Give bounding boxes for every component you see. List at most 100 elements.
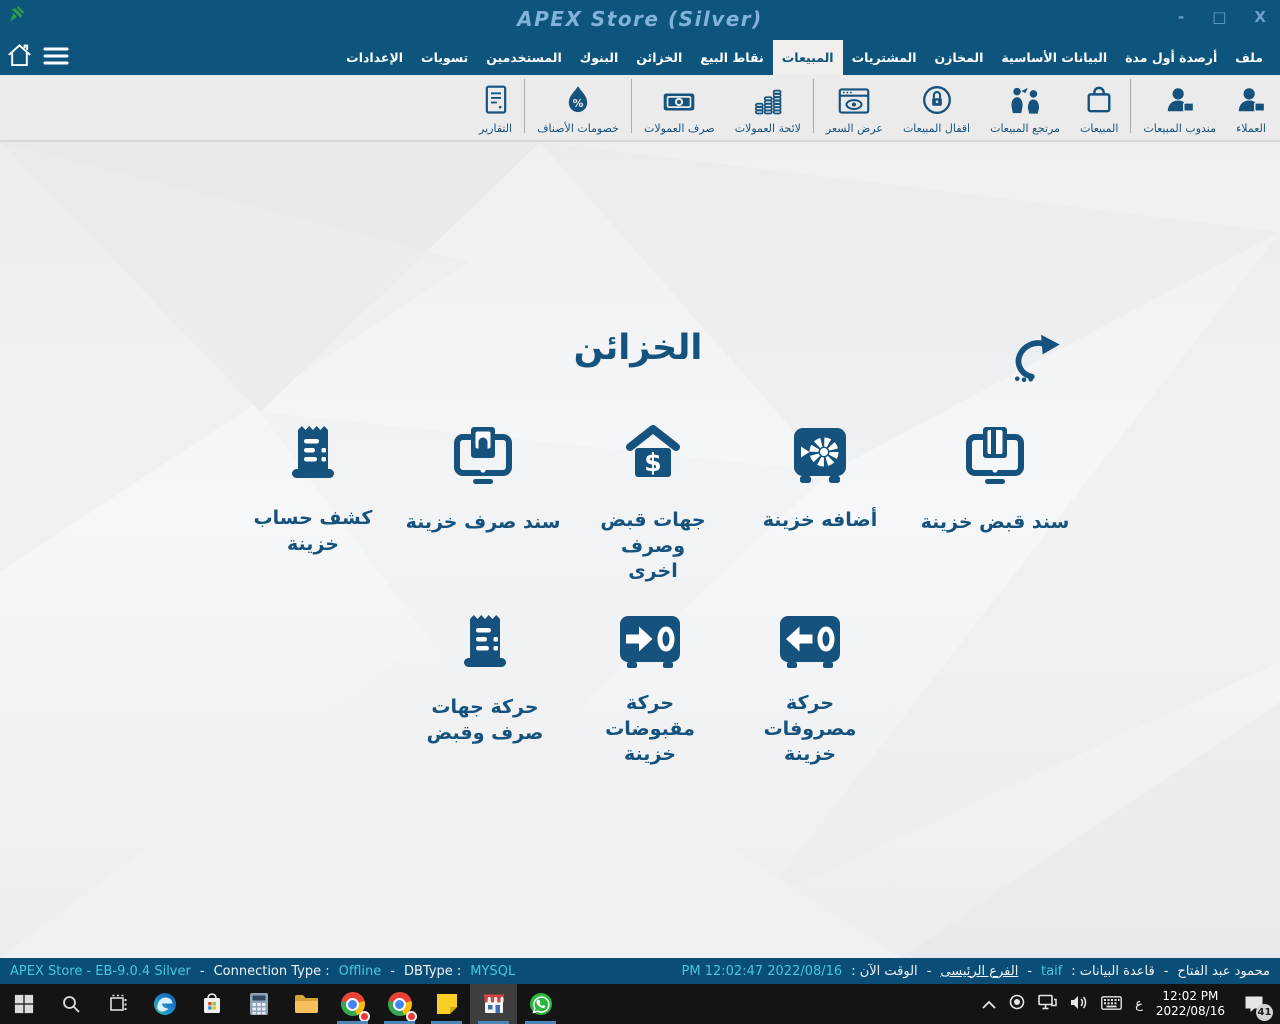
menu-item-purchases[interactable]: المشتريات <box>843 40 926 75</box>
status-bar: APEX Store - EB-9.0.4 Silver - Connectio… <box>0 958 1280 984</box>
ms-store-button[interactable] <box>188 984 235 1024</box>
window-title: APEX Store (Silver) <box>0 7 1280 31</box>
calculator-button[interactable] <box>235 984 282 1024</box>
taskbar-search-button[interactable] <box>47 984 94 1024</box>
connection-type-label: Connection Type : <box>214 964 330 979</box>
whatsapp-icon <box>529 992 553 1016</box>
tile-add-treasury[interactable]: أضافه خزينة <box>735 423 905 534</box>
tile-treasury-receipt-voucher[interactable]: سند قبض خزينة <box>910 423 1080 536</box>
menu-item-opening-balances[interactable]: أرصدة أول مدة <box>1116 40 1226 75</box>
tile-treasury-payment-voucher[interactable]: سند صرف خزينة <box>398 423 568 536</box>
title-bar: APEX Store (Silver) - □ X <box>0 0 1280 40</box>
reports-button[interactable]: التقارير <box>469 77 522 135</box>
dbtype-value: MYSQL <box>470 964 515 979</box>
separator: - <box>200 964 205 979</box>
windows-taskbar: ع 12:02 PM 2022/08/16 41 <box>0 984 1280 1024</box>
app-version: APEX Store - EB-9.0.4 Silver <box>10 964 191 979</box>
close-button[interactable]: X <box>1254 8 1266 26</box>
branch-link[interactable]: الفرع الرئيسى <box>940 964 1018 979</box>
menu-item-file[interactable]: ملف <box>1226 40 1272 75</box>
menu-item-basic-data[interactable]: البيانات الأساسية <box>992 40 1116 75</box>
current-time-label: الوقت الآن : <box>851 964 918 979</box>
edge-icon <box>153 992 177 1016</box>
treasury-expenses-movement-icon <box>772 612 848 676</box>
notification-badge-icon <box>406 1011 417 1022</box>
customers-button[interactable]: العملاء <box>1226 77 1276 135</box>
action-center-button[interactable]: 41 <box>1238 988 1270 1020</box>
commissions-list-button[interactable]: لائحة العمولات <box>725 77 811 135</box>
edge-button[interactable] <box>141 984 188 1024</box>
separator: - <box>1027 964 1032 979</box>
menu-item-settings[interactable]: الإعدادات <box>337 40 412 75</box>
separator: - <box>390 964 395 979</box>
sticky-notes-button[interactable] <box>423 984 470 1024</box>
language-indicator[interactable]: ع <box>1135 997 1143 1012</box>
treasuries-page: الخزائن كشف حساب خزينة سند صرف خزينة $ ج… <box>0 142 1280 958</box>
sales-lock-button[interactable]: اقفال المبيعات <box>893 77 980 135</box>
dbtype-label: DBType : <box>404 964 461 979</box>
file-explorer-icon <box>294 994 318 1014</box>
current-time-value: PM 12:02:47 2022/08/16 <box>682 964 843 979</box>
item-discounts-button[interactable]: % خصومات الأصناف <box>527 77 629 135</box>
file-explorer-button[interactable] <box>282 984 329 1024</box>
price-quote-button[interactable]: عرض السعر <box>816 77 893 135</box>
taskbar-time: 12:02 PM <box>1156 989 1225 1004</box>
treasury-receipts-movement-icon <box>612 612 688 676</box>
user-name: محمود عبد الفتاح <box>1177 964 1270 979</box>
network-icon[interactable] <box>1038 994 1057 1014</box>
taskbar-clock[interactable]: 12:02 PM 2022/08/16 <box>1156 989 1225 1019</box>
tile-treasury-expenses-movement[interactable]: حركة مصروفات خزينة <box>725 612 895 768</box>
reports-icon <box>483 85 509 118</box>
svg-text:$: $ <box>644 448 661 477</box>
tile-treasury-receipts-movement[interactable]: حركة مقبوضات خزينة <box>565 612 735 768</box>
commissions-pay-button[interactable]: صرف العمولات <box>634 77 725 135</box>
menu-item-sales[interactable]: المبيعات <box>773 40 843 75</box>
menu-item-users[interactable]: المستخدمين <box>477 40 571 75</box>
back-arrow-icon[interactable] <box>1010 332 1068 388</box>
sales-rep-button[interactable]: مندوب المبيعات <box>1133 77 1226 135</box>
apex-store-app-button[interactable] <box>470 984 517 1024</box>
sales-ribbon: العملاء مندوب المبيعات المبيعات مرتجع ال… <box>0 75 1280 142</box>
tile-treasury-statement[interactable]: كشف حساب خزينة <box>228 423 398 557</box>
menu-item-adjustments[interactable]: تسويات <box>412 40 477 75</box>
notification-count-badge: 41 <box>1256 1004 1273 1021</box>
volume-icon[interactable] <box>1070 995 1088 1014</box>
tile-other-parties[interactable]: $ جهات قبض وصرف اخرى <box>568 423 738 585</box>
tile-parties-movement[interactable]: حركة جهات صرف وقبض <box>400 612 570 746</box>
calculator-icon <box>249 992 269 1016</box>
pin-icon[interactable] <box>7 4 26 27</box>
ribbon-separator <box>631 79 632 133</box>
start-button[interactable] <box>0 984 47 1024</box>
keyboard-icon[interactable] <box>1101 995 1122 1014</box>
parties-movement-icon <box>449 612 521 680</box>
sales-button[interactable]: المبيعات <box>1070 77 1128 135</box>
tray-expand-chevron-icon[interactable] <box>982 995 996 1014</box>
windows-logo-icon <box>14 994 34 1014</box>
whatsapp-button[interactable] <box>517 984 564 1024</box>
item-discounts-icon: % <box>565 85 591 118</box>
sales-rep-icon <box>1165 85 1195 118</box>
menu-item-treasuries[interactable]: الخزائن <box>627 40 691 75</box>
task-view-button[interactable] <box>94 984 141 1024</box>
page-title: الخزائن <box>558 328 718 368</box>
menu-item-warehouses[interactable]: المخازن <box>925 40 992 75</box>
notification-badge-icon <box>359 1011 370 1022</box>
chrome-button-2[interactable] <box>376 984 423 1024</box>
system-tray: ع 12:02 PM 2022/08/16 41 <box>982 988 1280 1020</box>
treasury-payment-voucher-icon <box>446 423 520 495</box>
separator: - <box>927 964 932 979</box>
hamburger-menu-icon[interactable] <box>43 45 69 71</box>
ribbon-separator <box>813 79 814 133</box>
commissions-list-icon <box>753 85 783 118</box>
price-quote-icon <box>838 87 870 118</box>
maximize-button[interactable]: □ <box>1212 8 1226 26</box>
task-view-icon <box>108 994 128 1014</box>
tray-record-icon[interactable] <box>1009 994 1025 1014</box>
chrome-button-1[interactable] <box>329 984 376 1024</box>
sales-return-button[interactable]: مرتجع المبيعات <box>980 77 1070 135</box>
menu-item-banks[interactable]: البنوك <box>571 40 627 75</box>
minimize-button[interactable]: - <box>1178 8 1184 26</box>
svg-text:%: % <box>573 97 584 110</box>
home-icon[interactable] <box>6 42 33 73</box>
menu-item-pos[interactable]: نقاط البيع <box>691 40 772 75</box>
